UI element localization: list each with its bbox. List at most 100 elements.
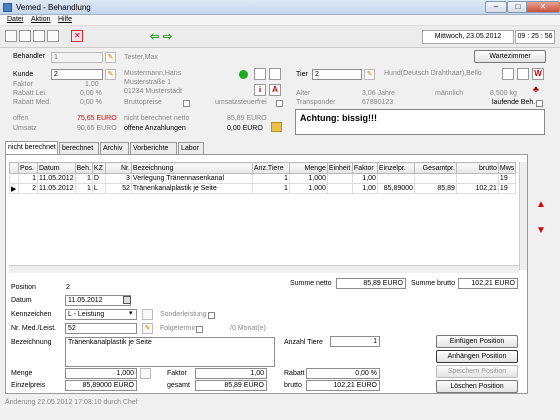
col-kz[interactable]: KZ <box>91 162 106 174</box>
col-gesamtpr[interactable]: Gesamtpr. <box>413 162 457 174</box>
loeschen-position-button[interactable]: Löschen Position <box>436 380 518 393</box>
cell-mws: 19 <box>497 173 517 184</box>
kunde-city: 01234 Musterstadt <box>124 88 182 95</box>
time-display: 09 : 25 : 56 <box>515 30 555 44</box>
tab-nicht-berechnet[interactable]: nicht berechnet <box>5 141 58 154</box>
chevron-down-icon[interactable]: ▾ <box>129 309 133 317</box>
delete-icon[interactable] <box>71 30 83 42</box>
vertical-scrollbar[interactable] <box>519 162 527 270</box>
sonderleistung-checkbox[interactable] <box>208 312 215 319</box>
col-pos[interactable]: Pos. <box>18 162 38 174</box>
einfuegen-position-button[interactable]: Einfügen Position <box>436 335 518 348</box>
kunde-document-icon[interactable] <box>254 68 266 80</box>
kennzeichen-select[interactable]: L - Leistung <box>65 309 137 320</box>
status-dot-icon <box>239 70 248 79</box>
col-einzelpr[interactable]: Einzelpr. <box>376 162 415 174</box>
behandler-name: Tester,Max <box>124 54 158 61</box>
umsatzsteuerfrei-checkbox[interactable] <box>276 100 283 107</box>
folder-icon[interactable] <box>271 122 282 132</box>
kunde-notes-icon[interactable] <box>269 68 281 80</box>
move-down-arrow-icon[interactable]: ▼ <box>535 224 547 238</box>
faktor-detail-input[interactable]: 1,00 <box>195 368 267 379</box>
info-icon[interactable]: i <box>254 84 266 96</box>
cell-menge: 1,000 <box>288 173 328 184</box>
laufende-checkbox[interactable] <box>536 100 543 107</box>
tier-notes-icon[interactable] <box>517 68 529 80</box>
menu-datei[interactable]: Datei <box>7 16 23 23</box>
folgetermin-checkbox[interactable] <box>196 326 203 333</box>
new-icon[interactable] <box>5 30 17 42</box>
col-anz-tiere[interactable]: Anz.Tiere <box>251 162 290 174</box>
tier-search-icon[interactable]: ✎ <box>364 69 375 80</box>
kunde-input[interactable]: 2 <box>51 69 103 80</box>
cell-beh: 1 <box>74 183 93 194</box>
col-mws[interactable]: Mws <box>497 162 517 174</box>
anzahl-tiere-input[interactable]: 1 <box>330 336 380 347</box>
gesamt-value: 85,89 EURO <box>195 380 267 391</box>
wartezimmer-label: Wartezimmer <box>489 53 531 60</box>
nr-input[interactable]: 52 <box>65 323 137 334</box>
datum-input[interactable]: 11.05.2012 <box>65 295 131 306</box>
bruttopreise-checkbox[interactable] <box>183 100 190 107</box>
cell-pos: 2 <box>18 183 38 194</box>
sonderleistung-label: Sonderleistung <box>160 311 207 318</box>
table-row[interactable]: 1 11.05.2012 1 D 3 Verlegung Tränennasen… <box>9 173 517 184</box>
menge-input[interactable]: 1,000 <box>65 368 137 379</box>
kunde-search-icon[interactable]: ✎ <box>105 69 116 80</box>
cell-anz-tiere: 1 <box>251 173 290 184</box>
col-brutto[interactable]: brutto <box>455 162 499 174</box>
forward-arrow-icon[interactable]: ⇨ <box>163 30 172 43</box>
einzelpreis-input[interactable]: 85,89000 EURO <box>65 380 137 391</box>
bezeichnung-textarea[interactable]: Tränenkanalplastik je Seite <box>65 337 275 367</box>
behandler-search-icon[interactable]: ✎ <box>105 52 116 63</box>
tab-vorberichte[interactable]: Vorberichte <box>130 142 177 154</box>
col-beh[interactable]: Beh. <box>74 162 93 174</box>
menge-icon[interactable] <box>140 368 151 379</box>
tier-document-icon[interactable] <box>502 68 514 80</box>
behandler-input[interactable]: 1 <box>51 52 103 63</box>
anhaengen-position-button[interactable]: Anhängen Position <box>436 350 518 363</box>
close-button[interactable]: ✕ <box>526 1 560 13</box>
menu-aktion[interactable]: Aktion <box>31 16 50 23</box>
col-datum[interactable]: Datum <box>37 162 76 174</box>
cell-einzelpr: 85,89000 <box>376 183 415 194</box>
a-icon[interactable]: A <box>269 84 281 96</box>
tab-berechnet[interactable]: berechnet <box>59 142 99 154</box>
minimize-button[interactable]: – <box>485 1 507 13</box>
bruttopreise-label: Bruttopreise <box>124 99 162 106</box>
col-nr[interactable]: Nr. <box>104 162 132 174</box>
kennzeichen-extra-icon[interactable] <box>142 309 153 320</box>
calculator-icon[interactable] <box>33 30 45 42</box>
col-faktor[interactable]: Faktor <box>351 162 378 174</box>
transponder-label: Transponder <box>296 99 336 106</box>
menu-hilfe[interactable]: Hilfe <box>58 16 72 23</box>
back-arrow-icon[interactable]: ⇦ <box>150 30 159 43</box>
table-row[interactable]: ▶ 2 11.05.2012 1 L 52 Tränenkanalplastik… <box>9 183 517 194</box>
speichern-position-button[interactable]: Speichern Position <box>436 365 518 378</box>
bell-icon[interactable]: ♣ <box>533 84 539 94</box>
rabatt-detail-input[interactable]: 0,00 % <box>306 368 380 379</box>
w-icon[interactable]: W <box>532 68 544 80</box>
summe-brutto-label: Summe brutto <box>411 280 455 287</box>
folgetermin-label: Folgetermin <box>160 325 197 332</box>
cell-beh: 1 <box>74 173 93 184</box>
col-bezeichnung[interactable]: Bezeichnung <box>130 162 253 174</box>
list-icon[interactable] <box>47 30 59 42</box>
geschlecht-value: männlich <box>435 90 464 97</box>
calendar-icon[interactable] <box>123 296 131 304</box>
horizontal-scrollbar[interactable] <box>9 265 519 273</box>
col-menge[interactable]: Menge <box>288 162 328 174</box>
nr-label: Nr. Med./Leist. <box>11 325 57 332</box>
col-einheit[interactable]: Einheit <box>326 162 353 174</box>
tab-archiv[interactable]: Archiv <box>100 142 129 154</box>
cell-bezeichnung: Verlegung Tränennasenkanal <box>130 173 253 184</box>
nr-search-icon[interactable]: ✎ <box>142 323 153 334</box>
move-up-arrow-icon[interactable]: ▲ <box>535 198 547 212</box>
laufende-label: laufende Beh. <box>492 99 536 106</box>
tab-labor[interactable]: Labor <box>178 142 204 154</box>
print-icon[interactable] <box>19 30 31 42</box>
cell-datum: 11.05.2012 <box>37 173 76 184</box>
tier-input[interactable]: 2 <box>312 69 362 80</box>
wartezimmer-button[interactable]: Wartezimmer <box>474 50 546 63</box>
cell-einheit <box>326 183 353 194</box>
